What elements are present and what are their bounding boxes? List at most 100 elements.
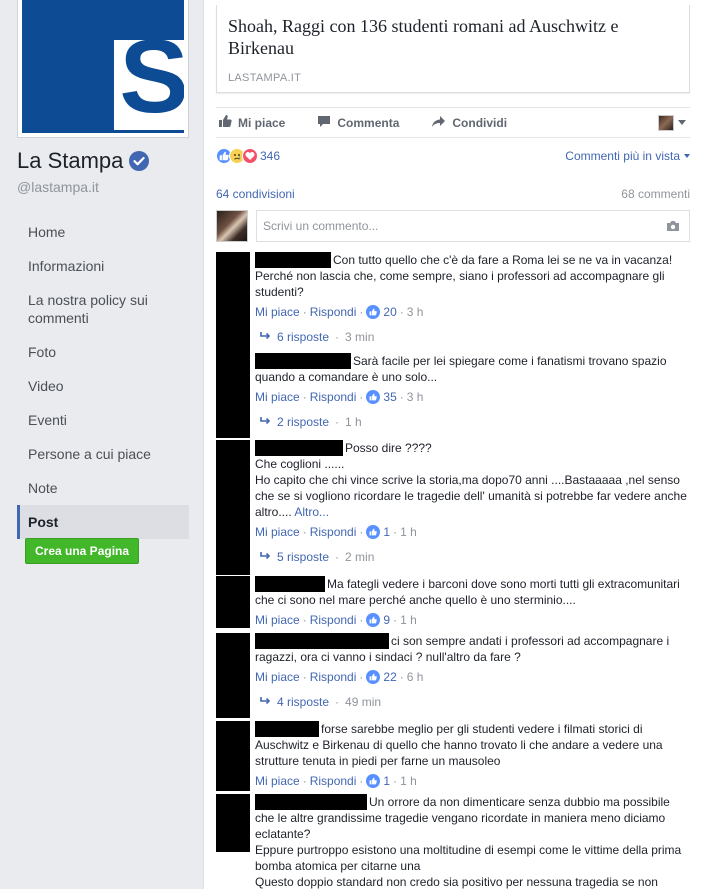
comment-reply-link[interactable]: Rispondi xyxy=(310,389,357,405)
view-replies-link[interactable]: 6 risposte · 3 min xyxy=(255,329,691,345)
comment-body: Ma fategli vedere i barconi dove sono mo… xyxy=(255,576,691,628)
comment-text: Posso dire ???? Che coglioni ...... Ho cap… xyxy=(255,440,691,520)
shares-count[interactable]: 64 condivisioni xyxy=(216,187,295,201)
comment-reply-link[interactable]: Rispondi xyxy=(310,304,357,320)
nav-item-note[interactable]: Note xyxy=(17,471,189,505)
nav-item-post[interactable]: Post xyxy=(17,505,189,539)
comment-sort-dropdown[interactable]: Commenti più in vista xyxy=(565,149,690,163)
comment-meta: Mi piace · Rispondi · 22 · 6 h xyxy=(255,669,424,685)
nav-item-likers[interactable]: Persone a cui piace xyxy=(17,437,189,471)
comment-likes[interactable]: 22 xyxy=(366,669,397,685)
thumbs-up-icon xyxy=(366,774,381,788)
comment-time[interactable]: 1 h xyxy=(400,524,417,540)
nav-item-video[interactable]: Video xyxy=(17,369,189,403)
verified-badge-icon xyxy=(129,151,150,171)
comment-input[interactable]: Scrivi un commento... xyxy=(256,210,690,242)
camera-icon[interactable] xyxy=(666,220,680,235)
link-title[interactable]: Shoah, Raggi con 136 studenti romani ad … xyxy=(228,15,678,59)
comment-meta: Mi piace · Rispondi · 1 · 1 h xyxy=(255,773,417,789)
comment-meta: Mi piace · Rispondi · 35 · 3 h xyxy=(255,389,424,405)
comment-likes[interactable]: 1 xyxy=(366,524,390,540)
nav-item-foto[interactable]: Foto xyxy=(17,335,189,369)
comment-composer: Scrivi un commento... xyxy=(216,210,690,242)
comment-like-link[interactable]: Mi piace xyxy=(255,669,300,685)
comment-meta: Mi piace · Rispondi · 1 · 1 h xyxy=(255,524,417,540)
comment-like-link[interactable]: Mi piace xyxy=(255,773,300,789)
replies-count: 4 risposte xyxy=(277,695,330,709)
nav-item-comment-policy[interactable]: La nostra policy sui commenti xyxy=(17,283,189,335)
link-domain: LASTAMPA.IT xyxy=(228,72,302,84)
comment-text-line: Eppure purtroppo esistono una moltitudin… xyxy=(255,843,682,873)
comment-reply-link[interactable]: Rispondi xyxy=(310,773,357,789)
comment-like-count: 22 xyxy=(383,670,397,684)
comments-count: 68 commenti xyxy=(621,187,690,201)
redacted-avatar xyxy=(216,440,250,575)
comment-time[interactable]: 1 h xyxy=(400,773,417,789)
comment-reply-link[interactable]: Rispondi xyxy=(310,669,357,685)
comment-body: Con tutto quello che c'è da fare a Roma … xyxy=(255,252,691,345)
comment-time[interactable]: 3 h xyxy=(407,389,424,405)
share-button[interactable]: Condividi xyxy=(431,115,507,131)
comment-likes[interactable]: 20 xyxy=(366,304,397,320)
comment-time[interactable]: 3 h xyxy=(407,304,424,320)
share-arrow-icon xyxy=(431,115,446,131)
comment-like-count: 35 xyxy=(383,390,397,404)
comment-text: forse sarebbe meglio per gli studenti ve… xyxy=(255,721,691,769)
comment-like-link[interactable]: Mi piace xyxy=(255,304,300,320)
comment-like-count: 20 xyxy=(383,305,397,319)
replies-count: 2 risposte xyxy=(277,415,330,429)
nav-item-home[interactable]: Home xyxy=(17,215,189,249)
view-replies-link[interactable]: 4 risposte · 49 min xyxy=(255,694,691,710)
reply-arrow-icon xyxy=(259,694,271,710)
viewer-avatar xyxy=(658,114,674,131)
comment-like-link[interactable]: Mi piace xyxy=(255,524,300,540)
page-handle[interactable]: @lastampa.it xyxy=(17,179,99,195)
nav-item-informazioni[interactable]: Informazioni xyxy=(17,249,189,283)
comment-likes[interactable]: 35 xyxy=(366,389,397,405)
comment-text-line: Questo doppio standard non credo sia pos… xyxy=(255,875,658,889)
page-name-text[interactable]: La Stampa xyxy=(17,148,123,174)
comment-like-link[interactable]: Mi piace xyxy=(255,612,300,628)
comment-reply-link[interactable]: Rispondi xyxy=(310,612,357,628)
view-replies-link[interactable]: 5 risposte · 2 min xyxy=(255,549,691,565)
comment-text-line: Posso dire ???? xyxy=(345,441,432,455)
view-replies-link[interactable]: 2 risposte · 1 h xyxy=(255,414,691,430)
reactions-summary[interactable]: 346 Commenti più in vista xyxy=(216,148,690,164)
reactions-count[interactable]: 346 xyxy=(260,149,280,163)
comment-text: ci son sempre andati i professori ad acc… xyxy=(255,633,691,665)
comment-as-selector[interactable] xyxy=(658,114,686,131)
redacted-avatar xyxy=(216,353,250,438)
nav-item-eventi[interactable]: Eventi xyxy=(17,403,189,437)
like-button[interactable]: Mi piace xyxy=(218,114,285,131)
thumbs-up-icon xyxy=(366,390,381,404)
page-logo: S xyxy=(22,0,184,133)
post-feed: Shoah, Raggi con 136 studenti romani ad … xyxy=(203,0,704,889)
thumbs-up-icon xyxy=(366,305,381,319)
see-more-link[interactable]: Altro... xyxy=(294,505,329,519)
replies-time: 1 h xyxy=(345,415,362,429)
create-page-button[interactable]: Crea una Pagina xyxy=(25,538,140,564)
comment-body: forse sarebbe meglio per gli studenti ve… xyxy=(255,721,691,789)
comment-time[interactable]: 1 h xyxy=(400,612,417,628)
post-action-bar: Mi piace Commenta Condividi xyxy=(216,107,690,138)
comment-text: Un orrore da non dimenticare senza dubbi… xyxy=(255,794,691,889)
comment-likes[interactable]: 9 xyxy=(366,612,390,628)
comment-reply-link[interactable]: Rispondi xyxy=(310,524,357,540)
chevron-down-icon xyxy=(684,154,690,158)
redacted-author-name xyxy=(255,353,351,369)
page-name[interactable]: La Stampa xyxy=(17,148,150,174)
page-profile-picture[interactable]: S xyxy=(17,0,189,138)
link-preview-card[interactable]: Shoah, Raggi con 136 studenti romani ad … xyxy=(216,5,690,93)
comment-time[interactable]: 6 h xyxy=(407,669,424,685)
comment-like-count: 1 xyxy=(383,525,391,539)
comment-like-count: 9 xyxy=(383,613,391,627)
comment-meta: Mi piace · Rispondi · 9 · 1 h xyxy=(255,612,417,628)
comment-like-link[interactable]: Mi piace xyxy=(255,389,300,405)
page-nav: Home Informazioni La nostra policy sui c… xyxy=(17,215,189,539)
comment-button[interactable]: Commenta xyxy=(317,115,399,131)
share-label: Condividi xyxy=(452,115,508,130)
comment-likes[interactable]: 1 xyxy=(366,773,390,789)
comment-text: Con tutto quello che c'è da fare a Roma … xyxy=(255,252,691,300)
redacted-author-name xyxy=(255,576,325,592)
reply-arrow-icon xyxy=(259,414,271,430)
